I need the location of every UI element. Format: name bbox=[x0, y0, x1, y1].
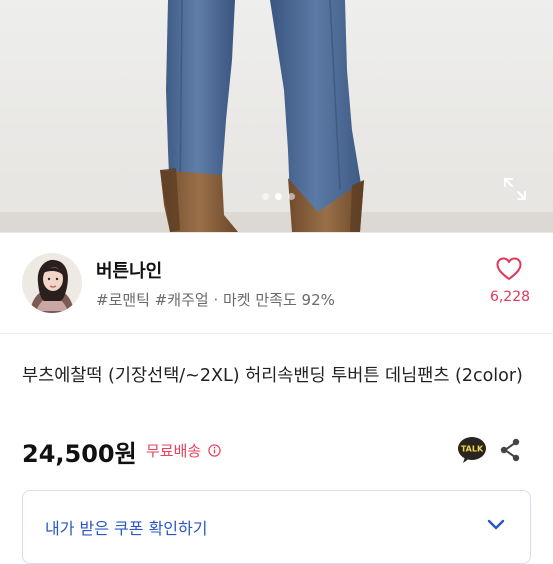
heart-icon[interactable] bbox=[496, 257, 522, 281]
info-icon bbox=[208, 444, 221, 457]
divider bbox=[0, 333, 553, 334]
kakao-talk-icon[interactable]: TALK bbox=[457, 436, 487, 464]
product-image[interactable] bbox=[0, 0, 553, 232]
product-price: 24,500원 bbox=[22, 440, 137, 468]
carousel-dot-active[interactable] bbox=[275, 193, 282, 200]
coupon-label: 내가 받은 쿠폰 확인하기 bbox=[45, 519, 208, 538]
shipping-badge[interactable]: 무료배송 bbox=[146, 440, 221, 461]
talk-icon-label: TALK bbox=[461, 445, 484, 454]
product-title: 부츠에찰떡 (기장선택/~2XL) 허리속밴딩 투버튼 데님팬츠 (2color… bbox=[22, 366, 523, 386]
expand-icon[interactable] bbox=[501, 175, 529, 203]
chevron-down-icon bbox=[487, 519, 505, 530]
seller-section: 버튼나인 #로맨틱 #캐주얼 · 마켓 만족도 92% 6,228 bbox=[0, 233, 553, 333]
share-icon[interactable] bbox=[498, 437, 522, 463]
carousel-indicator bbox=[0, 190, 553, 204]
shop-name[interactable]: 버튼나인 bbox=[96, 257, 162, 283]
shipping-label: 무료배송 bbox=[146, 442, 202, 460]
avatar[interactable] bbox=[22, 253, 82, 313]
shop-tags: #로맨틱 #캐주얼 · 마켓 만족도 92% bbox=[96, 291, 335, 309]
carousel-dot[interactable] bbox=[262, 193, 269, 200]
carousel-dot[interactable] bbox=[288, 193, 295, 200]
like-count: 6,228 bbox=[489, 289, 531, 305]
